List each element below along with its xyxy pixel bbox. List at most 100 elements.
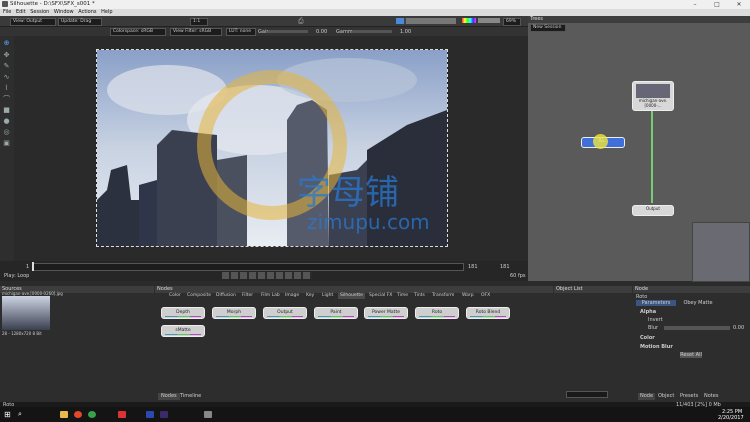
tab-timeline[interactable]: Timeline (180, 393, 201, 400)
magnetic-tool-icon[interactable]: ◎ (3, 129, 10, 136)
menu-actions[interactable]: Actions (78, 9, 96, 16)
cat-key[interactable]: Key (306, 293, 314, 299)
blur-slider[interactable] (664, 326, 730, 330)
browser-icon[interactable] (74, 411, 82, 418)
start-icon[interactable]: ⊞ (4, 410, 11, 419)
ratio-dropdown[interactable]: 1:1 (190, 18, 208, 26)
color-swatch-icon[interactable] (462, 18, 476, 23)
cat-diffusion[interactable]: Diffusion (216, 293, 236, 299)
current-frame[interactable]: 181 (468, 264, 478, 270)
alpha-section[interactable]: Alpha (640, 309, 656, 315)
node-source[interactable]: michigan-ave.[0000-... (632, 81, 674, 111)
search-icon[interactable]: ⌕ (18, 410, 22, 419)
session-dropdown[interactable]: New Session (530, 24, 566, 32)
cat-time[interactable]: Time (397, 293, 408, 299)
maximize-button[interactable]: □ (706, 0, 728, 9)
node-button-roto[interactable]: Roto (415, 307, 459, 319)
cat-color[interactable]: Color (169, 293, 181, 299)
gain-slider[interactable] (268, 30, 308, 33)
close-button[interactable]: ✕ (728, 0, 750, 9)
bottom-panels: Sources michigan-ave.[0000-0260].jpg 28 … (0, 286, 750, 404)
cat-image[interactable]: Image (285, 293, 299, 299)
photoshop-icon[interactable] (146, 411, 154, 418)
explorer-icon[interactable] (60, 411, 68, 418)
cat-ofx[interactable]: OFX (481, 293, 490, 299)
object-search-input[interactable] (566, 391, 608, 398)
view-filter-dropdown[interactable]: View Filter: sRGB (170, 28, 222, 36)
clock-date[interactable]: 2/20/2017 (718, 415, 744, 421)
node-tab-parameters[interactable]: Parameters (636, 300, 676, 306)
motion-blur-section[interactable]: Motion Blur (640, 344, 673, 350)
timeline: 1 181 181 Play: Loop 60 fps (0, 261, 528, 281)
minimize-button[interactable]: – (684, 0, 706, 9)
gamma-value[interactable]: 1.00 (400, 29, 411, 35)
lut-dropdown[interactable]: LUT: none (226, 28, 256, 36)
cat-composite[interactable]: Composite (187, 293, 211, 299)
ellipse-tool-icon[interactable]: ● (3, 118, 10, 125)
color-toolbar: Colorspace: sRGB View Filter: sRGB LUT: … (0, 27, 528, 36)
fps-label: 60 fps (510, 273, 526, 279)
cat-filter[interactable]: Filter (242, 293, 253, 299)
play-mode[interactable]: Play: Loop (4, 273, 29, 279)
tab-object[interactable]: Object (658, 393, 674, 400)
transform-tool-icon[interactable]: ✥ (3, 52, 10, 59)
transport-controls[interactable] (222, 272, 312, 279)
blur-value[interactable]: 0.00 (733, 325, 744, 331)
gain-value[interactable]: 0.00 (316, 29, 327, 35)
silhouette-icon[interactable] (204, 411, 212, 418)
pen-tool-icon[interactable]: ✎ (3, 63, 10, 70)
camera-icon[interactable]: ⎙ (298, 17, 304, 26)
select-tool-icon[interactable]: ⊕ (3, 40, 10, 47)
rectangle-tool-icon[interactable]: ■ (3, 107, 10, 114)
xspline-tool-icon[interactable]: ⌇ (3, 85, 10, 92)
premiere-icon[interactable] (160, 411, 168, 418)
zoom-dropdown[interactable]: 69% (503, 18, 521, 26)
node-button-morph[interactable]: Morph (212, 307, 256, 319)
tree-minimap[interactable] (692, 222, 750, 282)
playhead[interactable] (32, 262, 34, 271)
menu-session[interactable]: Session (30, 9, 49, 16)
node-button-output[interactable]: Output (263, 307, 307, 319)
node-tab-obey-matte[interactable]: Obey Matte (678, 300, 718, 306)
morph-label: Morph (226, 310, 242, 315)
tab-nodes[interactable]: Nodes (158, 393, 180, 400)
menu-help[interactable]: Help (101, 9, 112, 16)
node-button-power-matte[interactable]: Power Matte (364, 307, 408, 319)
colorspace-dropdown[interactable]: Colorspace: sRGB (110, 28, 166, 36)
cat-warp[interactable]: Warp (462, 293, 474, 299)
cat-film-lab[interactable]: Film Lab (261, 293, 280, 299)
viewer[interactable]: 字母铺 zimupu.com (14, 36, 528, 261)
cat-special-fx[interactable]: Special FX (369, 293, 392, 299)
cat-light[interactable]: Light (322, 293, 333, 299)
node-button-roto-blend[interactable]: Roto Blend (466, 307, 510, 319)
timeline-scrubber[interactable] (32, 263, 464, 271)
cat-tints[interactable]: Tints (414, 293, 425, 299)
node-output[interactable]: Output (632, 205, 674, 216)
source-thumbnail-large[interactable] (2, 296, 50, 330)
cursor-highlight (593, 134, 608, 149)
view-icons-group[interactable] (396, 18, 456, 24)
tracker-tool-icon[interactable]: ▣ (3, 140, 10, 147)
menu-file[interactable]: File (3, 9, 11, 16)
update-mode-dropdown[interactable]: Update: Drag (58, 18, 102, 26)
menu-edit[interactable]: Edit (16, 9, 26, 16)
node-button-smatte[interactable]: sMatte (161, 325, 205, 337)
cat-transform[interactable]: Transform (432, 293, 454, 299)
menu-window[interactable]: Window (54, 9, 74, 16)
brush-tool-icon[interactable]: ⌒ (3, 96, 10, 103)
view-mode-dropdown[interactable]: View: Output (10, 18, 56, 26)
cat-silhouette[interactable]: Silhouette (338, 293, 365, 299)
tab-node[interactable]: Node (638, 393, 656, 400)
end-frame[interactable]: 181 (500, 264, 510, 270)
node-button-depth[interactable]: Depth (161, 307, 205, 319)
node-button-paint[interactable]: Paint (314, 307, 358, 319)
color-section[interactable]: Color (640, 335, 655, 341)
chrome-icon[interactable] (88, 411, 96, 418)
gamma-slider[interactable] (352, 30, 392, 33)
tab-notes[interactable]: Notes (704, 393, 718, 400)
bspline-tool-icon[interactable]: ∿ (3, 74, 10, 81)
media-icon[interactable] (118, 411, 126, 418)
channel-buttons[interactable] (478, 18, 500, 23)
tab-presets[interactable]: Presets (680, 393, 698, 400)
reset-all-button[interactable]: Reset All (680, 352, 702, 358)
